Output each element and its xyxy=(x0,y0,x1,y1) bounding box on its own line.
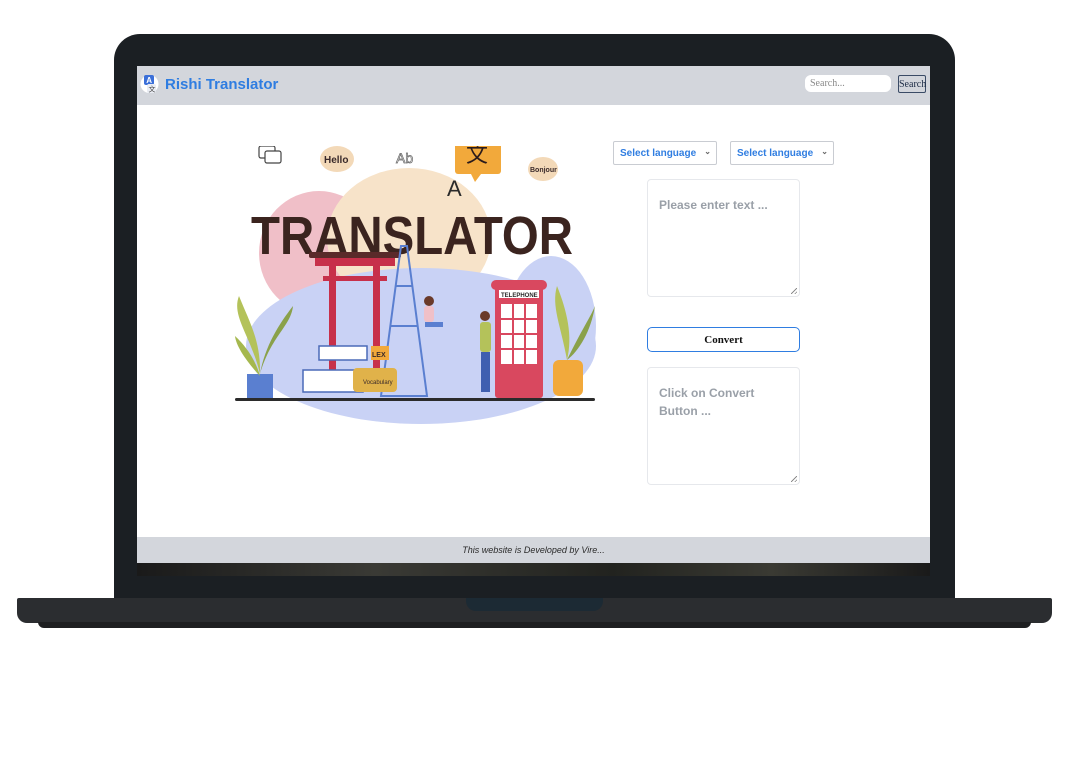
svg-text:A: A xyxy=(146,76,152,85)
illustration-word: Ab xyxy=(396,150,413,166)
illustration-word: Vocabulary xyxy=(363,380,393,386)
output-textarea[interactable]: Click on Convert Button ... xyxy=(647,367,800,485)
navbar: A 文 Rishi Translator Search xyxy=(137,66,930,105)
laptop-screen: A 文 Rishi Translator Search Hello Ab 文 B… xyxy=(137,66,930,576)
resize-handle-icon[interactable] xyxy=(791,288,797,294)
footer: This website is Developed by Vire... xyxy=(137,537,930,563)
laptop-notch xyxy=(466,598,603,611)
target-language-label: Select language xyxy=(737,148,814,159)
chevron-down-icon: ⌄ xyxy=(704,147,711,156)
illustration-title: TRANSLATOR xyxy=(251,206,573,266)
footer-text: This website is Developed by Vire... xyxy=(462,545,605,555)
input-placeholder: Please enter text ... xyxy=(659,198,768,212)
svg-text:文: 文 xyxy=(149,85,156,94)
illustration-word: Bonjour xyxy=(530,167,557,174)
source-language-select[interactable]: Select language ⌄ xyxy=(613,141,717,165)
laptop-base-lip xyxy=(38,622,1031,628)
resize-handle-icon[interactable] xyxy=(791,476,797,482)
illustration-word: Hello xyxy=(324,155,348,166)
search-button[interactable]: Search xyxy=(898,75,926,93)
search-input[interactable] xyxy=(805,75,891,92)
brand-title[interactable]: Rishi Translator xyxy=(165,76,278,93)
convert-button[interactable]: Convert xyxy=(647,327,800,352)
illustration-word: LEX xyxy=(372,352,386,359)
illustration-word: TELEPHONE xyxy=(501,293,538,299)
page-below-footer xyxy=(137,563,930,576)
illustration-word: A xyxy=(447,176,462,201)
output-placeholder: Click on Convert Button ... xyxy=(659,386,755,418)
illustration-word: 文 xyxy=(466,146,488,168)
translator-illustration: Hello Ab 文 Bonjour A TRANSLATOR LEX Voca… xyxy=(235,146,596,424)
source-language-label: Select language xyxy=(620,148,697,159)
chevron-down-icon: ⌄ xyxy=(821,147,828,156)
input-textarea[interactable]: Please enter text ... xyxy=(647,179,800,297)
translate-logo-icon: A 文 xyxy=(140,75,159,94)
target-language-select[interactable]: Select language ⌄ xyxy=(730,141,834,165)
